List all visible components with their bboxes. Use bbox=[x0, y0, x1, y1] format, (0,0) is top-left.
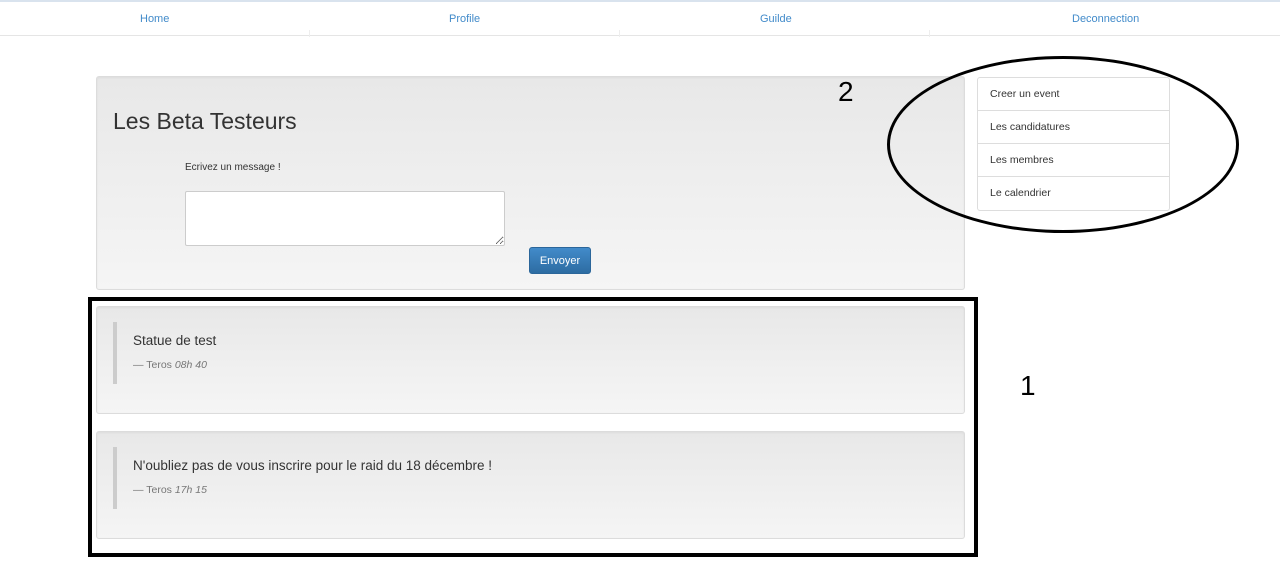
top-navigation: Home Profile Guilde Deconnection bbox=[0, 0, 1280, 37]
annotation-ellipse bbox=[887, 56, 1239, 233]
nav-divider bbox=[929, 30, 930, 37]
compose-panel: Les Beta Testeurs Ecrivez un message ! E… bbox=[96, 76, 965, 290]
nav-deconnection-link[interactable]: Deconnection bbox=[1072, 13, 1139, 25]
annotation-rectangle bbox=[88, 297, 978, 557]
guild-title: Les Beta Testeurs bbox=[113, 108, 297, 134]
nav-guilde-link[interactable]: Guilde bbox=[760, 13, 792, 25]
message-textarea[interactable] bbox=[185, 191, 505, 246]
nav-home-link[interactable]: Home bbox=[140, 13, 169, 25]
annotation-label-1: 1 bbox=[1020, 370, 1036, 401]
send-button[interactable]: Envoyer bbox=[529, 247, 591, 274]
message-prompt-label: Ecrivez un message ! bbox=[185, 162, 281, 173]
nav-divider bbox=[619, 30, 620, 37]
annotation-label-2: 2 bbox=[838, 76, 854, 107]
nav-profile-link[interactable]: Profile bbox=[449, 13, 480, 25]
nav-divider bbox=[309, 30, 310, 37]
